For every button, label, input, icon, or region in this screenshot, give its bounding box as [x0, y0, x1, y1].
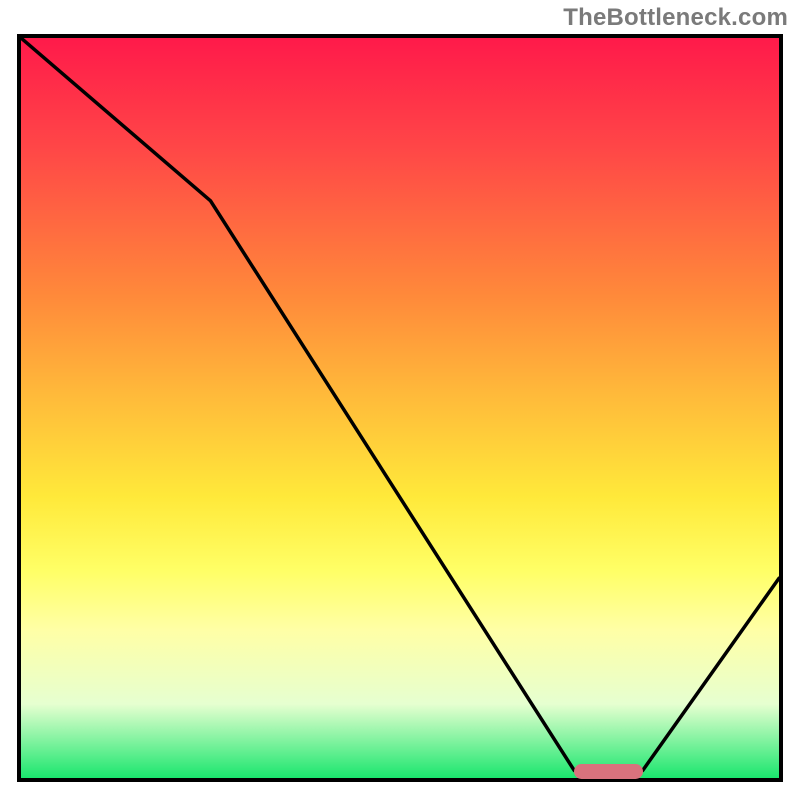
chart-frame — [17, 34, 783, 782]
optimal-range-marker — [574, 764, 642, 779]
chart-plot-area — [21, 38, 779, 778]
bottleneck-curve-line — [21, 38, 779, 771]
chart-container: TheBottleneck.com — [0, 0, 800, 800]
watermark-text: TheBottleneck.com — [563, 4, 788, 32]
